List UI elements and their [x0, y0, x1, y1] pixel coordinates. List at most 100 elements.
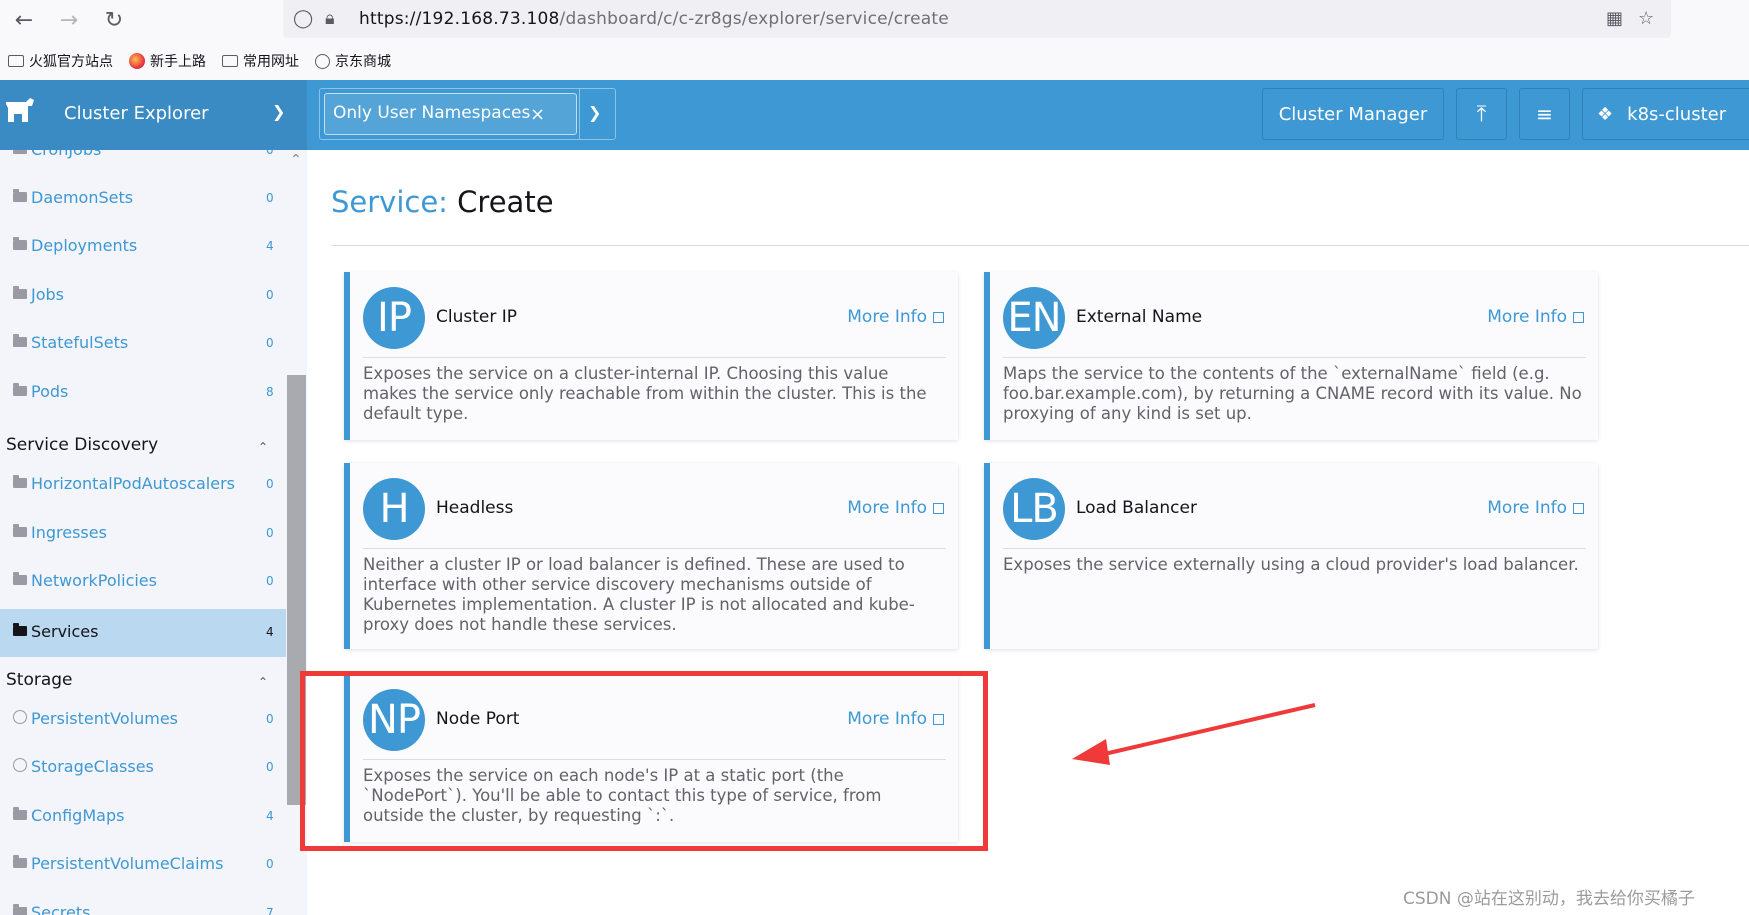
chevron-up-icon[interactable]: ⌃ — [258, 675, 268, 689]
folder-icon — [13, 807, 27, 820]
sidebar-item-cronjobs[interactable]: CronJobs 0 — [0, 150, 286, 175]
sidebar-item-label: Jobs — [31, 285, 64, 304]
card-title: Cluster IP — [436, 307, 518, 327]
service-type-card-external-name[interactable]: EN External Name More Info Maps the serv… — [984, 272, 1598, 440]
more-info-link[interactable]: More Info — [1487, 498, 1584, 518]
sidebar-item-ingresses[interactable]: Ingresses 0 — [0, 510, 286, 558]
sidebar-item-label: StorageClasses — [31, 757, 154, 776]
sidebar-item-hpa[interactable]: HorizontalPodAutoscalers 0 — [0, 461, 286, 509]
sidebar-item-daemonsets[interactable]: DaemonSets 0 — [0, 175, 286, 223]
sidebar-item-persistentvolumes[interactable]: PersistentVolumes 0 — [0, 696, 286, 744]
product-menu[interactable]: Cluster Explorer ❯ — [0, 80, 307, 150]
sidebar-item-label: Ingresses — [31, 523, 107, 542]
external-link-icon — [1573, 503, 1584, 514]
external-link-icon — [933, 312, 944, 323]
sidebar-item-label: NetworkPolicies — [31, 571, 157, 590]
service-type-card-load-balancer[interactable]: LB Load Balancer More Info Exposes the s… — [984, 463, 1598, 649]
more-info-link[interactable]: More Info — [847, 498, 944, 518]
url-text[interactable]: https://192.168.73.108/dashboard/c/c-zr8… — [359, 9, 949, 29]
qr-code-icon[interactable]: ▦ — [1606, 8, 1623, 29]
bookmark-label: 常用网址 — [243, 54, 299, 70]
sidebar-item-storageclasses[interactable]: StorageClasses 0 — [0, 744, 286, 792]
divider — [363, 357, 946, 358]
sidebar-item-count: 0 — [266, 150, 274, 157]
page-title-resource[interactable]: Service: — [331, 185, 448, 219]
sidebar-item-networkpolicies[interactable]: NetworkPolicies 0 — [0, 558, 286, 606]
sidebar-item-secrets[interactable]: Secrets 7 — [0, 890, 286, 915]
chevron-down-icon[interactable]: ❯ — [272, 102, 285, 121]
sidebar-item-services[interactable]: Services 4 — [0, 609, 286, 657]
sidebar-item-label: PersistentVolumes — [31, 709, 178, 728]
sidebar-item-label: Pods — [31, 382, 69, 401]
lock-icon[interactable]: 🔒︎ — [325, 8, 335, 29]
external-link-icon — [933, 503, 944, 514]
reload-icon[interactable]: ↻ — [100, 6, 128, 34]
sidebar-item-label: HorizontalPodAutoscalers — [31, 474, 236, 493]
sidebar-item-label: Services — [31, 622, 99, 641]
globe-icon — [315, 53, 330, 69]
sidebar-item-pods[interactable]: Pods 8 — [0, 369, 286, 417]
sidebar-item-persistentvolumeclaims[interactable]: PersistentVolumeClaims 0 — [0, 841, 286, 889]
back-arrow-icon[interactable]: ← — [10, 6, 38, 34]
sidebar-item-count: 0 — [266, 526, 274, 540]
chevron-down-icon[interactable]: ❯ — [588, 103, 601, 122]
folder-icon — [13, 150, 27, 154]
sidebar-item-jobs[interactable]: Jobs 0 — [0, 272, 286, 320]
globe-icon — [13, 710, 27, 724]
folder-icon — [13, 572, 27, 585]
card-title: Load Balancer — [1076, 498, 1197, 518]
card-description: Maps the service to the contents of the … — [1003, 364, 1582, 423]
sidebar-item-count: 4 — [266, 625, 274, 639]
forward-arrow-icon[interactable]: → — [55, 6, 83, 34]
browser-chrome: ← → ↻ ◯ 🔒︎ https://192.168.73.108/dashbo… — [0, 0, 1749, 80]
service-type-card-headless[interactable]: H Headless More Info Neither a cluster I… — [344, 463, 958, 649]
scroll-up-icon[interactable]: ⌃ — [290, 152, 302, 168]
annotation-arrow-icon — [1072, 703, 1316, 765]
folder-icon — [13, 524, 27, 537]
cluster-switcher[interactable]: ❖ k8s-cluster — [1582, 88, 1749, 140]
bookmark-item[interactable]: 新手上路 — [129, 51, 206, 71]
card-title: External Name — [1076, 307, 1203, 327]
bookmarks-bar: 火狐官方站点 新手上路 常用网址 京东商城 — [8, 51, 391, 71]
more-info-link[interactable]: More Info — [847, 307, 944, 327]
folder-icon — [222, 55, 238, 67]
more-info-link[interactable]: More Info — [1487, 307, 1584, 327]
bookmark-label: 京东商城 — [335, 54, 391, 70]
sidebar-item-statefulsets[interactable]: StatefulSets 0 — [0, 320, 286, 368]
type-badge: IP — [363, 287, 425, 349]
folder-icon — [13, 286, 27, 299]
external-link-icon — [1573, 312, 1584, 323]
folder-icon — [13, 855, 27, 868]
highlight-box — [300, 671, 988, 851]
type-badge: EN — [1003, 287, 1065, 349]
cluster-icon: ❖ — [1597, 103, 1614, 125]
url-bar[interactable]: ◯ 🔒︎ https://192.168.73.108/dashboard/c/… — [283, 0, 1671, 38]
namespace-filter[interactable]: Only User Namespaces × ❯ — [319, 88, 616, 140]
cluster-manager-button[interactable]: Cluster Manager — [1262, 88, 1444, 140]
group-service-discovery[interactable]: Service Discovery — [6, 435, 158, 455]
bookmark-item[interactable]: 京东商城 — [315, 51, 391, 71]
card-description: Neither a cluster IP or load balancer is… — [363, 555, 915, 634]
shield-icon[interactable]: ◯ — [293, 8, 313, 29]
bookmark-item[interactable]: 火狐官方站点 — [8, 51, 113, 71]
sidebar-item-count: 0 — [266, 712, 274, 726]
sidebar-item-label: ConfigMaps — [31, 806, 125, 825]
more-info-label: More Info — [847, 498, 927, 518]
sidebar-item-deployments[interactable]: Deployments 4 — [0, 223, 286, 271]
remove-chip-icon[interactable]: × — [530, 104, 545, 125]
folder-icon — [8, 55, 24, 67]
sidebar-item-label: PersistentVolumeClaims — [31, 854, 224, 873]
divider — [1003, 548, 1586, 549]
sidebar-item-configmaps[interactable]: ConfigMaps 4 — [0, 793, 286, 841]
kubectl-shell-button[interactable]: ≡ — [1519, 88, 1570, 140]
group-storage[interactable]: Storage — [6, 670, 73, 690]
folder-icon — [13, 383, 27, 396]
app-name: Cluster Explorer — [64, 103, 209, 124]
import-yaml-button[interactable]: ⤒ — [1456, 88, 1507, 140]
chevron-up-icon[interactable]: ⌃ — [258, 440, 268, 454]
bookmark-label: 火狐官方站点 — [29, 54, 113, 70]
bookmark-star-icon[interactable]: ☆ — [1638, 8, 1654, 29]
service-type-card-cluster-ip[interactable]: IP Cluster IP More Info Exposes the serv… — [344, 272, 958, 440]
bookmark-item[interactable]: 常用网址 — [222, 51, 299, 71]
folder-icon — [13, 237, 27, 250]
